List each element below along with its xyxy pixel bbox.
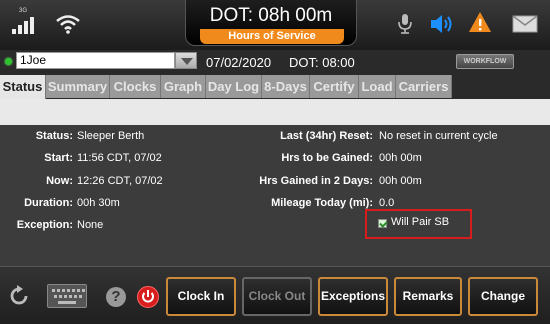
hos-label: Hours of Service [200, 29, 344, 44]
top-bar: 3G DOT: 08h 00m Hours of Service [0, 0, 550, 50]
action-toolbar: ? Clock In Clock Out Exceptions Remarks … [0, 266, 550, 324]
tab-clocks[interactable]: Clocks [110, 75, 161, 98]
status-header-strip [0, 99, 550, 125]
tab-load[interactable]: Load [359, 75, 396, 98]
last-reset-label: Last (34hr) Reset: [280, 130, 373, 142]
tab-status[interactable]: Status [0, 75, 46, 99]
workflow-button[interactable]: WORKFLOW [456, 54, 514, 69]
last-reset-value: No reset in current cycle [379, 130, 498, 142]
exception-label: Exception: [16, 219, 73, 231]
power-icon[interactable] [137, 286, 159, 308]
status-panel: Status: Sleeper Berth Start: 11:56 CDT, … [0, 99, 550, 266]
hrs-to-gain-label: Hrs to be Gained: [281, 152, 373, 164]
hrs-to-gain-value: 00h 00m [379, 152, 422, 164]
microphone-icon[interactable] [398, 13, 412, 35]
status-label: Status: [35, 130, 73, 142]
driver-select-value: 1Joe [20, 53, 47, 67]
wifi-icon [56, 15, 80, 34]
driver-dropdown-button[interactable] [175, 52, 197, 69]
refresh-icon[interactable] [8, 285, 30, 307]
change-button[interactable]: Change [468, 277, 538, 316]
speaker-icon[interactable] [430, 12, 456, 36]
remarks-button[interactable]: Remarks [394, 277, 462, 316]
clock-out-button[interactable]: Clock Out [242, 277, 312, 316]
now-value: 12:26 CDT, 07/02 [77, 175, 163, 187]
driver-bar: 1Joe 07/02/2020 DOT: 08:00 WORKFLOW [0, 50, 550, 74]
help-icon[interactable]: ? [106, 287, 126, 307]
connection-status-icon [5, 58, 12, 65]
status-value: Sleeper Berth [77, 130, 145, 142]
start-label: Start: [44, 152, 73, 164]
dot-time: DOT: 08:00 [289, 55, 355, 70]
tab-carriers[interactable]: Carriers [396, 75, 452, 98]
mileage-value: 0.0 [379, 197, 395, 209]
exceptions-button[interactable]: Exceptions [318, 277, 388, 316]
duration-value: 00h 30m [77, 197, 120, 209]
driver-select[interactable]: 1Joe [16, 52, 175, 69]
will-pair-checkbox[interactable] [378, 219, 387, 228]
warning-icon[interactable] [468, 10, 492, 34]
tab-summary[interactable]: Summary [46, 75, 110, 98]
tab-8-days[interactable]: 8-Days [262, 75, 310, 98]
signal-icon [12, 16, 36, 34]
tab-graph[interactable]: Graph [161, 75, 206, 98]
tab-bar: Status Summary Clocks Graph Day Log 8-Da… [0, 75, 550, 99]
network-type: 3G [19, 8, 28, 14]
duration-label: Duration: [24, 197, 73, 209]
will-pair-label[interactable]: Will Pair SB [391, 216, 449, 228]
dot-time-remaining: DOT: 08h 00m [209, 5, 333, 26]
start-value: 11:56 CDT, 07/02 [77, 152, 162, 164]
mileage-label: Mileage Today (mi): [271, 197, 373, 209]
keyboard-icon[interactable] [47, 284, 87, 308]
tab-day-log[interactable]: Day Log [206, 75, 262, 98]
clock-in-button[interactable]: Clock In [166, 277, 236, 316]
exception-value: None [77, 219, 104, 231]
hrs-gained-value: 00h 00m [379, 175, 422, 187]
now-label: Now: [46, 175, 73, 187]
mail-icon[interactable] [512, 14, 538, 34]
tab-certify[interactable]: Certify [310, 75, 359, 98]
log-date: 07/02/2020 [206, 55, 272, 70]
hos-clock-panel[interactable]: DOT: 08h 00m Hours of Service [185, 0, 357, 46]
hrs-gained-label: Hrs Gained in 2 Days: [259, 175, 373, 187]
